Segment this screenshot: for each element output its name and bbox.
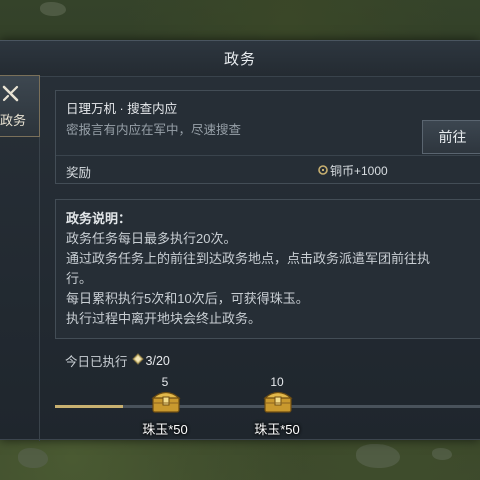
rules-line: 政务任务每日最多执行20次。 bbox=[66, 231, 237, 246]
map-rock bbox=[18, 448, 48, 468]
rules-line: 行。 bbox=[66, 271, 93, 286]
rules-line: 每日累积执行5次和10次后，可获得珠玉。 bbox=[66, 291, 309, 306]
goto-button[interactable]: 前往 bbox=[422, 120, 480, 154]
map-rock bbox=[432, 448, 452, 460]
map-rock bbox=[356, 444, 400, 468]
map-rock bbox=[40, 2, 66, 16]
rules-card: 政务说明： 政务任务每日最多执行20次。 通过政务任务上的前往到达政务地点，点击… bbox=[55, 199, 480, 339]
progress-fill bbox=[55, 405, 123, 408]
task-title: 日理万机 · 搜查内应 bbox=[66, 102, 178, 116]
panel-title: 政务 bbox=[223, 51, 256, 68]
task-card: 日理万机 · 搜查内应 密报言有内应在军中，尽速搜查 前往 奖励 铜币+1000 bbox=[55, 90, 480, 184]
daily-count: 3/20 bbox=[145, 353, 170, 368]
rules-line: 通过政务任务上的前往到达政务地点，点击政务派遣军团前往执 bbox=[66, 251, 431, 266]
rules-heading: 政务说明： bbox=[66, 211, 132, 226]
reward-value: 铜币+1000 bbox=[318, 162, 388, 179]
gem-icon bbox=[131, 353, 144, 368]
task-description: 密报言有内应在军中，尽速搜查 bbox=[66, 123, 242, 137]
tab-label: 政务 bbox=[0, 113, 27, 128]
side-tab-column bbox=[0, 137, 40, 441]
milestone-reward-text: 珠玉*50 bbox=[254, 422, 300, 437]
tab-government-affairs[interactable]: 政务 bbox=[0, 75, 40, 137]
milestone-reward[interactable]: 5 珠玉*50 bbox=[130, 375, 200, 445]
government-affairs-panel: 政务 政务 日理万机 · 搜查内应 密报言有内应在军中，尽速搜查 前往 奖励 铜… bbox=[0, 40, 480, 441]
coin-icon bbox=[318, 164, 328, 178]
treasure-chest-icon bbox=[151, 387, 181, 420]
daily-label: 今日已执行 bbox=[65, 355, 128, 369]
reward-amount: 铜币+1000 bbox=[330, 164, 388, 178]
milestone-reward[interactable]: 10 珠玉*50 bbox=[242, 375, 312, 445]
reward-label: 奖励 bbox=[66, 166, 92, 180]
crossed-swords-icon bbox=[2, 85, 20, 108]
treasure-chest-icon bbox=[263, 387, 293, 420]
milestone-reward-text: 珠玉*50 bbox=[142, 422, 188, 437]
rules-line: 执行过程中离开地块会终止政务。 bbox=[66, 311, 262, 326]
divider bbox=[56, 155, 480, 156]
daily-executions: 今日已执行 3/20 bbox=[65, 351, 170, 370]
panel-header: 政务 bbox=[0, 41, 480, 77]
